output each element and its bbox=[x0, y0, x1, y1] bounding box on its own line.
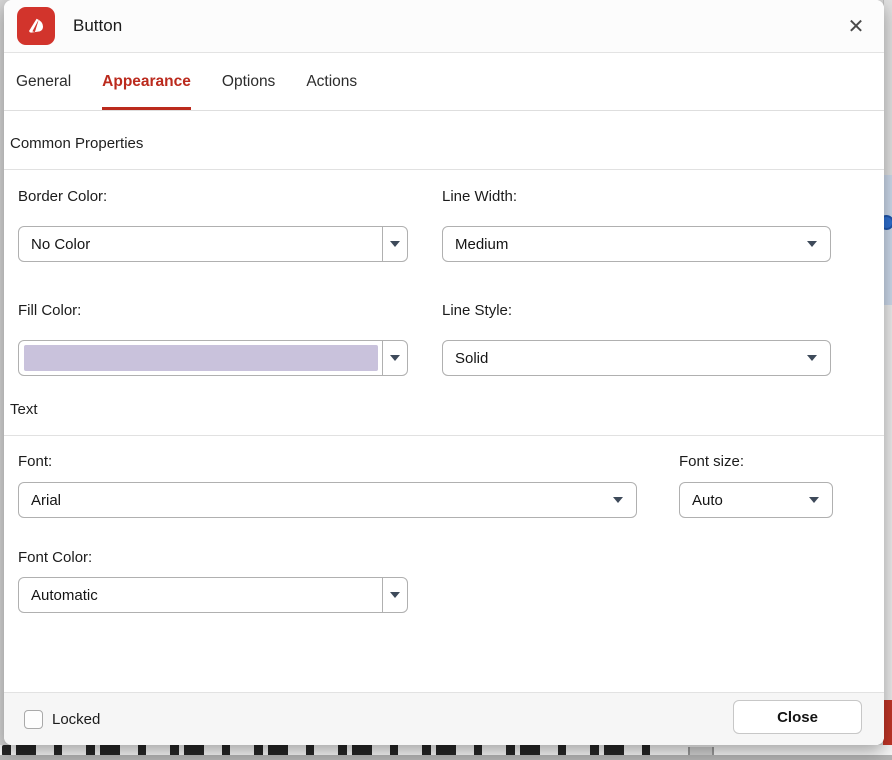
locked-label: Locked bbox=[52, 711, 100, 728]
border-color-label: Border Color: bbox=[18, 188, 107, 205]
line-style-dropdown[interactable]: Solid bbox=[442, 340, 831, 376]
dialog-title: Button bbox=[73, 16, 122, 36]
background-red-fragment bbox=[883, 700, 892, 746]
chevron-down-icon bbox=[390, 592, 400, 598]
section-divider bbox=[4, 169, 884, 170]
tab-actions[interactable]: Actions bbox=[306, 53, 357, 110]
tab-general[interactable]: General bbox=[16, 53, 71, 110]
font-size-label: Font size: bbox=[679, 453, 744, 470]
line-width-label: Line Width: bbox=[442, 188, 517, 205]
line-width-dropdown[interactable]: Medium bbox=[442, 226, 831, 262]
text-heading: Text bbox=[10, 401, 38, 418]
dialog-titlebar: Button ✕ bbox=[4, 0, 884, 53]
font-label: Font: bbox=[18, 453, 52, 470]
fill-color-swatch bbox=[24, 345, 378, 371]
fill-color-dropdown[interactable] bbox=[18, 340, 408, 376]
font-size-dropdown[interactable]: Auto bbox=[679, 482, 833, 518]
section-divider bbox=[4, 435, 884, 436]
chevron-down-icon bbox=[809, 497, 819, 503]
appearance-panel: Common Properties Border Color: No Color… bbox=[4, 111, 884, 692]
button-properties-dialog: Button ✕ General Appearance Options Acti… bbox=[4, 0, 884, 745]
chevron-down-icon bbox=[807, 241, 817, 247]
font-dropdown[interactable]: Arial bbox=[18, 482, 637, 518]
background-bottom-edge bbox=[0, 745, 892, 760]
close-icon[interactable]: ✕ bbox=[840, 11, 872, 43]
app-logo-icon bbox=[17, 7, 55, 45]
close-button[interactable]: Close bbox=[733, 700, 862, 734]
font-color-dropdown[interactable]: Automatic bbox=[18, 577, 408, 613]
font-color-label: Font Color: bbox=[18, 549, 92, 566]
chevron-down-icon bbox=[613, 497, 623, 503]
chevron-down-icon bbox=[390, 241, 400, 247]
line-style-label: Line Style: bbox=[442, 302, 512, 319]
dialog-tabs: General Appearance Options Actions bbox=[4, 53, 884, 111]
tab-appearance[interactable]: Appearance bbox=[102, 53, 191, 110]
chevron-down-icon bbox=[807, 355, 817, 361]
chevron-down-icon bbox=[390, 355, 400, 361]
dialog-footer: Locked Close bbox=[4, 692, 884, 745]
border-color-dropdown[interactable]: No Color bbox=[18, 226, 408, 262]
background-right-edge bbox=[883, 0, 892, 760]
locked-checkbox[interactable] bbox=[24, 710, 43, 729]
common-properties-heading: Common Properties bbox=[10, 135, 143, 152]
fill-color-label: Fill Color: bbox=[18, 302, 81, 319]
tab-options[interactable]: Options bbox=[222, 53, 275, 110]
